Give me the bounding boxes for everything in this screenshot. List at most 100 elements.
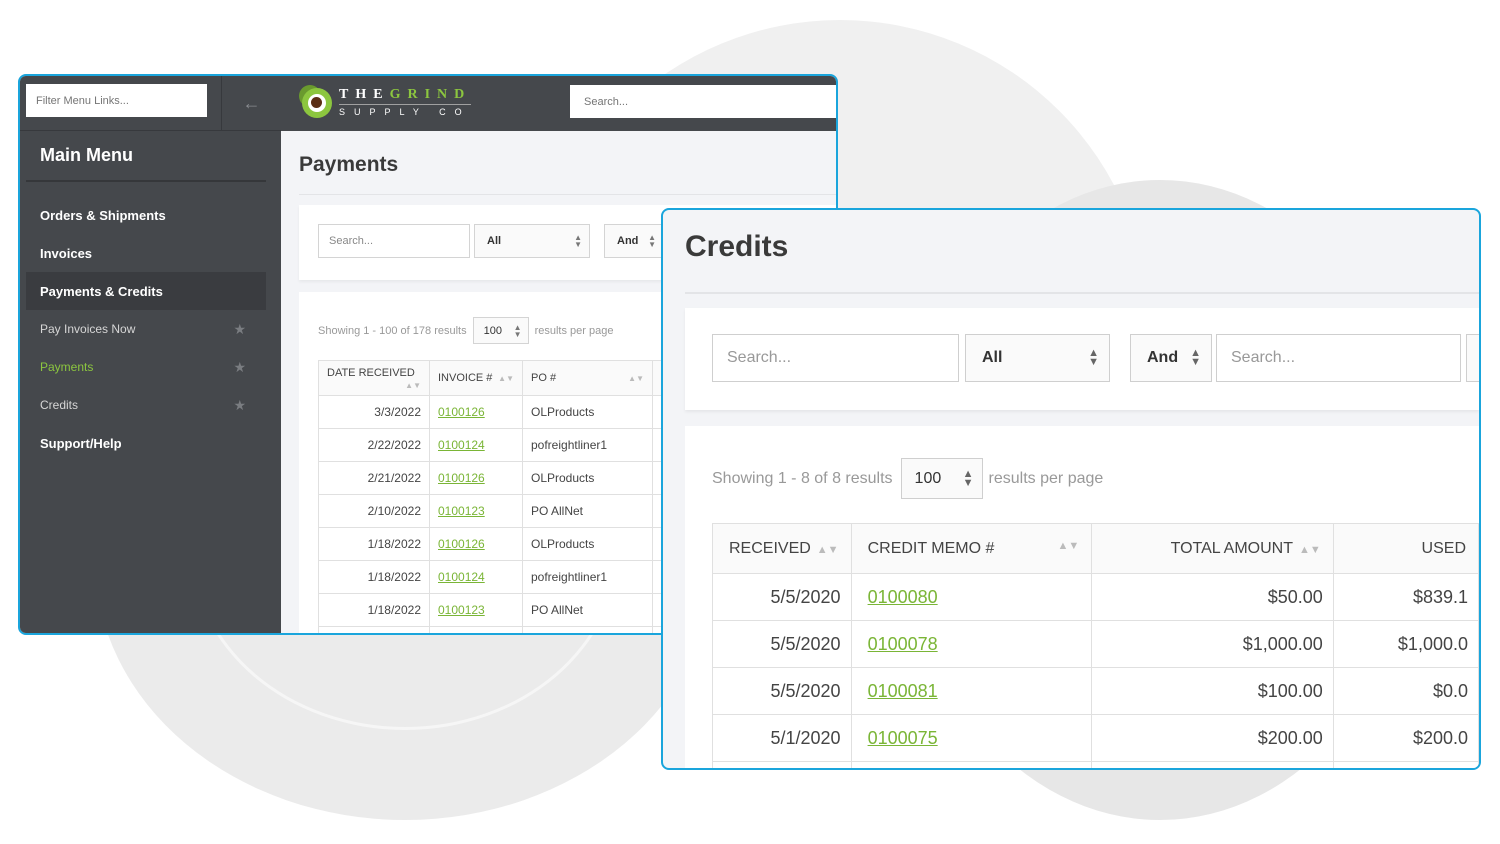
global-search-input[interactable]	[570, 85, 836, 118]
column-header-total-amount[interactable]: TOTAL AMOUNT ▲▼	[1091, 523, 1334, 574]
column-header-used[interactable]: USED	[1332, 523, 1479, 574]
select-arrows-icon: ▲ ▼	[962, 467, 974, 489]
cell-date-received: 1/18/2022	[318, 560, 430, 594]
star-icon[interactable]: ★	[233, 321, 246, 338]
cell-invoice: 0100123	[429, 494, 523, 528]
logic-select[interactable]: And ▲ ▼	[604, 224, 664, 258]
results-summary: Showing 1 - 8 of 8 results 100 ▲ ▼ result…	[712, 458, 1103, 499]
cell-used: $1,000.0	[1332, 620, 1479, 668]
invoice-link[interactable]: 0100123	[438, 603, 485, 617]
logo-text-grind: GRIND	[389, 87, 472, 102]
payments-table: DATE RECEIVED ▲▼ INVOICE # ▲▼ PO # ▲▼ 3/3/2…	[318, 360, 670, 633]
column-header-received[interactable]: RECEIVED ▲▼	[712, 523, 852, 574]
column-header-date-received[interactable]: DATE RECEIVED ▲▼	[318, 360, 430, 396]
invoice-link[interactable]: 0100124	[438, 570, 485, 584]
credit-memo-link[interactable]: 0100075	[868, 728, 938, 748]
cell-po: pofreightliner1	[522, 428, 653, 462]
column-label: PO #	[531, 372, 557, 384]
star-icon[interactable]: ★	[233, 359, 246, 376]
title-divider	[299, 194, 836, 195]
cell-invoice: 0100124	[429, 428, 523, 462]
cell-total-amount: $50.00	[1091, 573, 1334, 621]
sidebar-item-label: Orders & Shipments	[40, 207, 166, 223]
cell-used: $200.0	[1332, 714, 1479, 762]
sidebar-menu: Orders & Shipments Invoices Payments & C…	[20, 196, 281, 462]
cell-received: 5/5/2020	[712, 667, 852, 715]
table-row: 5/5/2020 0100080 $50.00 $839.1	[712, 573, 1479, 621]
truncated-select[interactable]	[1466, 334, 1479, 382]
sidebar-item-payments-credits[interactable]: Payments & Credits	[26, 272, 266, 310]
column-header-credit-memo[interactable]: CREDIT MEMO # ▲▼	[850, 523, 1093, 574]
field-select[interactable]: All ▲ ▼	[965, 334, 1110, 382]
cell-po: PO AllNet	[522, 494, 653, 528]
marketing-composite: ← Main Menu Orders & Shipments Invoices …	[0, 0, 1500, 844]
sort-icon: ▲▼	[628, 374, 644, 383]
sidebar-item-label: Payments & Credits	[40, 283, 163, 299]
table-row: 5/1/2020 0100075 $200.00 $200.0	[712, 714, 1479, 762]
results-panel: Showing 1 - 8 of 8 results 100 ▲ ▼ result…	[685, 426, 1479, 768]
sort-icon: ▲▼	[1298, 543, 1321, 556]
logic-select-value: And	[617, 235, 639, 247]
search-input[interactable]: Search...	[712, 334, 959, 382]
select-arrows-icon: ▲ ▼	[1190, 347, 1201, 368]
cell-used: $0.0	[1332, 667, 1479, 715]
sort-icon: ▲▼	[405, 380, 421, 390]
invoice-link[interactable]: 0100124	[438, 438, 485, 452]
sidebar-item-support-help[interactable]: Support/Help	[26, 424, 266, 462]
credit-memo-link[interactable]: 0100080	[868, 587, 938, 607]
sidebar-header: ←	[20, 76, 281, 131]
invoice-link[interactable]: 0100126	[438, 471, 485, 485]
field-select[interactable]: All ▲ ▼	[474, 224, 590, 258]
star-icon[interactable]: ★	[233, 397, 246, 414]
cell-date-received: 3/3/2022	[318, 395, 430, 429]
sidebar-item-label: Invoices	[40, 245, 93, 261]
cell-received: 5/1/2020	[712, 714, 852, 762]
sidebar-item-pay-invoices-now[interactable]: Pay Invoices Now ★	[26, 310, 266, 348]
per-page-select[interactable]: 100 ▲ ▼	[900, 458, 983, 499]
cell-po: PO AllNet	[522, 593, 653, 627]
table-row: 1/18/2022 0100124 pofreightliner1	[318, 560, 670, 594]
table-row: 2/22/2022 0100124 pofreightliner1	[318, 428, 670, 462]
cell-date-received: 1/18/2022	[318, 593, 430, 627]
showing-text: Showing 1 - 100 of 178 results	[318, 324, 467, 337]
sidebar-item-invoices[interactable]: Invoices	[26, 234, 266, 272]
sidebar-item-credits[interactable]: Credits ★	[26, 386, 266, 424]
collapse-sidebar-button[interactable]: ←	[222, 76, 281, 130]
cell-invoice: 0100126	[429, 527, 523, 561]
title-divider	[685, 292, 1479, 294]
sort-icon: ▲▼	[816, 543, 839, 556]
page-title: Credits	[685, 230, 789, 263]
sidebar: ← Main Menu Orders & Shipments Invoices …	[20, 76, 281, 633]
field-select-value: All	[982, 349, 1003, 366]
cell-date-received: 2/21/2022	[318, 461, 430, 495]
cell-credit-memo: 0100081	[850, 667, 1093, 715]
filter-menu-input[interactable]	[26, 84, 207, 117]
invoice-link[interactable]: 0100126	[438, 405, 485, 419]
results-summary: Showing 1 - 100 of 178 results 100 ▲ ▼ re…	[318, 317, 613, 344]
per-page-suffix: results per page	[988, 469, 1104, 487]
table-row: 2/10/2022 0100123 PO AllNet	[318, 494, 670, 528]
select-arrows-icon: ▲ ▼	[648, 233, 656, 249]
column-header-po[interactable]: PO # ▲▼	[522, 360, 653, 396]
sidebar-item-payments[interactable]: Payments ★	[26, 348, 266, 386]
grind-supply-logo[interactable]: THEGRIND SUPPLY CO	[299, 85, 472, 119]
sidebar-item-orders-shipments[interactable]: Orders & Shipments	[26, 196, 266, 234]
column-header-invoice[interactable]: INVOICE # ▲▼	[429, 360, 523, 396]
cell-credit-memo: 0100078	[850, 620, 1093, 668]
sidebar-item-label: Support/Help	[40, 435, 122, 451]
invoice-link[interactable]: 0100123	[438, 504, 485, 518]
credits-table: RECEIVED ▲▼ CREDIT MEMO # ▲▼ TOTAL AMOUNT ▲…	[712, 523, 1479, 768]
cell-date-received: 1/18/2022	[318, 527, 430, 561]
per-page-select[interactable]: 100 ▲ ▼	[472, 317, 529, 344]
showing-text: Showing 1 - 8 of 8 results	[712, 469, 893, 487]
credit-memo-link[interactable]: 0100078	[868, 634, 938, 654]
table-row-partial	[318, 626, 670, 633]
secondary-search-input[interactable]: Search...	[1216, 334, 1461, 382]
invoice-link[interactable]: 0100126	[438, 537, 485, 551]
credit-memo-link[interactable]: 0100081	[868, 681, 938, 701]
per-page-value: 100	[914, 469, 942, 487]
logic-select[interactable]: And ▲ ▼	[1130, 334, 1212, 382]
search-input[interactable]: Search...	[318, 224, 470, 258]
top-bar: THEGRIND SUPPLY CO	[281, 76, 836, 131]
filter-panel: Search... All ▲ ▼ And ▲ ▼ Search...	[685, 308, 1479, 410]
